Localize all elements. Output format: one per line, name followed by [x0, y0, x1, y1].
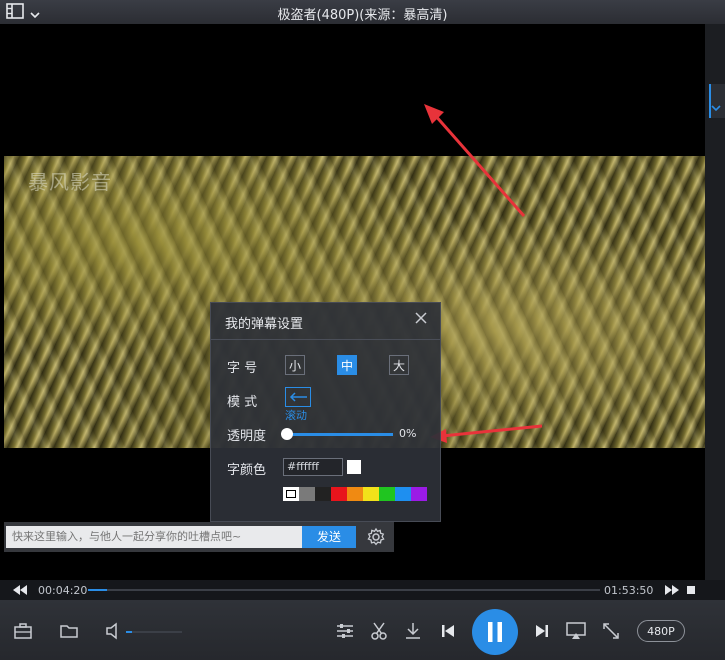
color-swatch[interactable] — [331, 487, 347, 501]
panel-header: 我的弹幕设置 — [211, 303, 440, 340]
seek-bar[interactable] — [88, 589, 600, 591]
color-swatch[interactable] — [283, 487, 299, 501]
video-watermark: 暴风影音 — [28, 170, 112, 194]
total-time: 01:53:50 — [604, 584, 654, 597]
annotation-arrow-slider — [430, 424, 543, 443]
opacity-label: 透明度 — [227, 429, 267, 444]
equalizer-icon[interactable] — [336, 622, 354, 644]
quality-selector[interactable]: 480P — [637, 620, 685, 642]
size-medium-button[interactable]: 中 — [337, 355, 357, 375]
stop-icon[interactable] — [686, 585, 696, 598]
color-swatch[interactable] — [347, 487, 363, 501]
opacity-value: 0% — [399, 427, 417, 440]
font-size-label: 字 号 — [227, 361, 258, 376]
font-color-label: 字颜色 — [227, 463, 267, 478]
panel-title: 我的弹幕设置 — [225, 317, 304, 332]
color-swatch[interactable] — [395, 487, 411, 501]
seek-bar-fill — [88, 589, 108, 591]
send-button[interactable]: 发送 — [302, 526, 356, 548]
mode-label: 模 式 — [227, 395, 258, 410]
scroll-mode-button[interactable] — [285, 387, 311, 407]
volume-slider-fill — [126, 631, 132, 633]
comment-bar: 发送 — [4, 522, 394, 552]
size-small-button[interactable]: 小 — [285, 355, 305, 375]
open-folder-icon[interactable] — [60, 623, 78, 643]
rewind-icon[interactable] — [12, 584, 28, 599]
color-swatch[interactable] — [379, 487, 395, 501]
color-swatch[interactable] — [411, 487, 427, 501]
control-bar: 480P — [0, 600, 725, 660]
current-time: 00:04:20 — [38, 584, 88, 597]
opacity-slider-track[interactable] — [287, 433, 393, 436]
window-title: 极盗者(480P)(来源：暴高清) — [277, 8, 448, 23]
download-icon[interactable] — [404, 622, 422, 644]
pause-button[interactable] — [472, 609, 518, 655]
toolbox-icon[interactable] — [14, 623, 32, 643]
scissors-icon[interactable] — [370, 622, 388, 644]
color-swatch[interactable] — [363, 487, 379, 501]
current-color-swatch — [347, 460, 361, 474]
fast-forward-icon[interactable] — [664, 584, 680, 599]
opacity-slider-handle[interactable] — [281, 428, 293, 440]
color-hex-input[interactable]: #ffffff — [283, 458, 343, 476]
volume-icon[interactable] — [104, 622, 122, 644]
size-large-button[interactable]: 大 — [389, 355, 409, 375]
gear-icon[interactable] — [366, 527, 386, 547]
annotation-arrow-top — [424, 104, 526, 217]
next-icon[interactable] — [534, 623, 550, 643]
chevron-down-icon[interactable] — [711, 102, 721, 115]
danmaku-settings-panel: 我的弹幕设置 字 号 小 中 大 模 式 滚动 透明度 0% 字颜色 #ffff… — [210, 302, 441, 522]
scroll-mode-label: 滚动 — [285, 409, 307, 422]
fullscreen-icon[interactable] — [602, 622, 620, 644]
screen-cast-icon[interactable] — [566, 622, 586, 644]
color-palette — [283, 487, 427, 501]
comment-input[interactable] — [6, 526, 302, 548]
scroll-left-icon — [289, 392, 307, 402]
color-swatch[interactable] — [315, 487, 331, 501]
progress-bar-row: 00:04:20 01:53:50 — [0, 580, 725, 600]
color-swatch[interactable] — [299, 487, 315, 501]
pause-icon — [488, 622, 502, 642]
side-panel-strip[interactable] — [705, 24, 725, 580]
title-bar: 极盗者(480P)(来源：暴高清) — [0, 0, 725, 24]
volume-slider[interactable] — [126, 631, 182, 633]
previous-icon[interactable] — [440, 623, 456, 643]
close-icon[interactable] — [414, 311, 428, 325]
